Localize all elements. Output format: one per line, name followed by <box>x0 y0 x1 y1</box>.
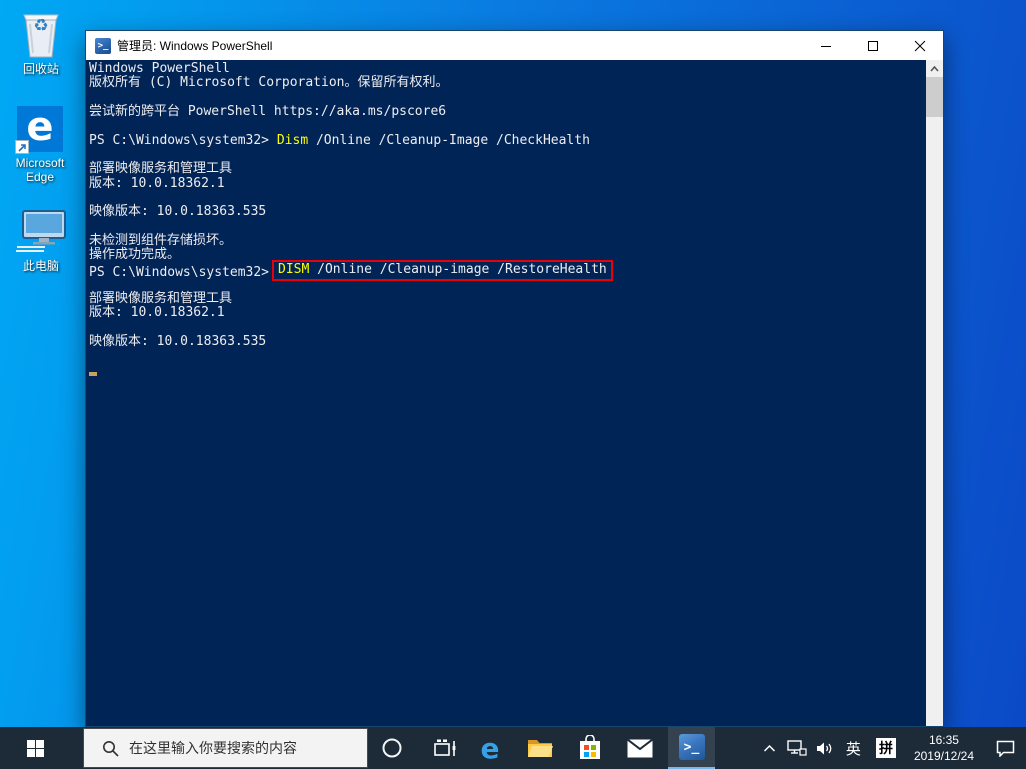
shortcut-arrow-icon <box>15 140 29 154</box>
clock-date: 2019/12/24 <box>914 748 974 764</box>
mail-button[interactable] <box>617 727 663 769</box>
scrollbar-thumb[interactable] <box>926 77 943 117</box>
window-title: 管理员: Windows PowerShell <box>117 37 802 54</box>
edge-taskbar-button[interactable]: e <box>467 727 513 769</box>
edge-icon: e <box>7 100 73 152</box>
taskbar: e >_ <box>0 727 1026 769</box>
scrollbar[interactable] <box>926 60 943 726</box>
powershell-icon: >_ <box>95 38 111 54</box>
this-pc-icon <box>8 203 74 255</box>
scrollbar-up-arrow-icon[interactable] <box>926 60 943 77</box>
cortana-icon <box>381 737 403 759</box>
search-icon <box>102 740 119 757</box>
start-button[interactable] <box>0 727 70 769</box>
speaker-icon <box>816 741 834 756</box>
action-center-icon <box>996 740 1015 757</box>
clock-time: 16:35 <box>914 732 974 748</box>
microsoft-store-button[interactable] <box>567 727 613 769</box>
chevron-up-icon <box>763 744 776 753</box>
recycle-symbol-icon: ♻ <box>33 16 48 36</box>
window-titlebar[interactable]: >_ 管理员: Windows PowerShell <box>86 31 943 60</box>
task-view-icon <box>433 738 457 758</box>
powershell-taskbar-button[interactable]: >_ <box>668 727 715 769</box>
file-explorer-button[interactable] <box>517 727 563 769</box>
tray-volume-button[interactable] <box>811 727 839 769</box>
mail-icon <box>627 739 653 758</box>
desktop-icon-recycle-bin[interactable]: ♻ 回收站 <box>8 6 74 76</box>
desktop-icon-edge[interactable]: e Microsoft Edge <box>7 100 73 184</box>
recycle-bin-icon: ♻ <box>8 6 74 58</box>
tray-network-button[interactable] <box>783 727 811 769</box>
powershell-window: >_ 管理员: Windows PowerShell Windows Power… <box>85 30 944 727</box>
maximize-button[interactable] <box>849 31 896 60</box>
ime-pinyin-icon: 拼 <box>876 738 896 758</box>
taskbar-search[interactable] <box>83 728 368 768</box>
tray-language-indicator[interactable]: 英 <box>839 727 868 769</box>
tray-ime-indicator[interactable]: 拼 <box>868 727 904 769</box>
store-icon <box>578 735 602 761</box>
cortana-button[interactable] <box>369 727 415 769</box>
desktop-icon-label: 此电脑 <box>8 259 74 273</box>
minimize-button[interactable] <box>802 31 849 60</box>
powershell-icon: >_ <box>679 734 705 760</box>
network-icon <box>787 740 807 756</box>
tray-show-hidden-icons[interactable] <box>757 727 783 769</box>
tray-clock[interactable]: 16:35 2019/12/24 <box>904 727 984 769</box>
console-output[interactable]: Windows PowerShell版权所有 (C) Microsoft Cor… <box>86 60 926 726</box>
desktop-icon-label: 回收站 <box>8 62 74 76</box>
task-view-button[interactable] <box>422 727 468 769</box>
windows-logo-icon <box>27 740 44 757</box>
desktop-icon-label: Microsoft Edge <box>7 156 73 184</box>
desktop-background[interactable]: ♻ 回收站 e Microsoft Edge <box>0 0 1026 769</box>
file-explorer-icon <box>527 737 553 759</box>
action-center-button[interactable] <box>984 727 1026 769</box>
edge-icon: e <box>481 732 500 765</box>
search-input[interactable] <box>129 740 367 756</box>
desktop-icon-this-pc[interactable]: 此电脑 <box>8 203 74 273</box>
close-button[interactable] <box>896 31 943 60</box>
